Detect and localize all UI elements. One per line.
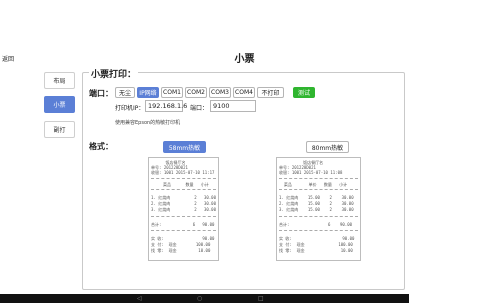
nav-recent-icon[interactable]: □ (258, 296, 264, 302)
receipt58-divider (151, 178, 216, 179)
port-number-label: 端口： (190, 105, 209, 112)
port-option-com3[interactable]: COM3 (209, 87, 231, 98)
port-option-ip[interactable]: IP网络 (137, 87, 159, 98)
receipt58-item: 2. 红烧肉 2 30.00 (151, 201, 216, 206)
receipt58-total: 合计: 6 90.00 (151, 222, 215, 227)
port-option-com1[interactable]: COM1 (161, 87, 183, 98)
page-title: 小票 (234, 54, 255, 65)
port-label: 端口： (89, 89, 113, 98)
receipt80-total: 合计: 6 90.00 (279, 222, 353, 227)
receipt80-divider (279, 216, 358, 217)
receipt80-divider (279, 189, 358, 190)
sidebar-item-receipt[interactable]: 小票 (44, 96, 75, 113)
receipt58-item: 3. 红烧肉 2 30.00 (151, 207, 216, 212)
test-button[interactable]: 测试 (293, 87, 315, 98)
receipt58-cashier: 收银: 1001 2015-07-10 11:17 (151, 170, 215, 175)
receipt80-received: 实 收: 90.00 (279, 236, 355, 241)
port-option-none[interactable]: 无尘 (115, 87, 135, 98)
receipt58-divider (151, 189, 216, 190)
receipt80-cashier: 收银: 1001 2015-07-10 11:08 (279, 170, 343, 175)
port-option-com2[interactable]: COM2 (185, 87, 207, 98)
sidebar-item-secondary-print[interactable]: 副打 (44, 121, 75, 138)
nav-back-icon[interactable]: ◁ (137, 296, 142, 302)
receipt58-change: 找 零: 现金 10.00 (151, 248, 211, 253)
format-80mm-button[interactable]: 80mm热敏 (306, 141, 349, 153)
receipt58-received: 实 收: 90.00 (151, 236, 215, 241)
receipt80-item: 2. 红烧肉 15.00 2 30.00 (279, 201, 354, 206)
sidebar-item-layout[interactable]: 布局 (44, 72, 75, 89)
printer-ip-input[interactable]: 192.168.1.6 (145, 100, 187, 112)
printer-ip-label: 打印机IP： (115, 105, 145, 112)
port-number-input[interactable]: 9100 (210, 100, 256, 112)
receipt80-item: 1. 红烧肉 15.00 2 30.00 (279, 195, 354, 200)
receipt58-paid: 支 付: 现金 100.00 (151, 242, 211, 247)
system-nav-bar (0, 294, 409, 303)
receipt80-divider (279, 178, 358, 179)
receipt58-divider (151, 216, 216, 217)
receipt58-col-header: 菜品 数量 小计 (151, 182, 209, 187)
receipt80-divider (279, 230, 358, 231)
receipt80-paid: 支 付: 现金 100.00 (279, 242, 353, 247)
printer-note: 使用兼容Epson的热敏打印机 (115, 120, 181, 126)
format-58mm-button[interactable]: 58mm热敏 (163, 141, 206, 153)
receipt58-item: 1. 红烧肉 2 30.00 (151, 195, 216, 200)
receipt80-change: 找 零: 现金 10.00 (279, 248, 353, 253)
format-label: 格式： (89, 142, 113, 151)
nav-home-icon[interactable]: ○ (197, 296, 202, 302)
port-option-no-print[interactable]: 不打印 (257, 87, 284, 98)
receipt-preview-58mm: 饭店餐厅名 单号: 201228D021 收银: 1001 2015-07-10… (148, 157, 219, 261)
receipt58-divider (151, 230, 216, 231)
panel-legend: 小票打印： (89, 67, 139, 80)
port-option-com4[interactable]: COM4 (233, 87, 255, 98)
receipt-preview-80mm: 饭店餐厅名 单号: 201228D021 收银: 1001 2015-07-10… (276, 157, 361, 261)
receipt80-col-header: 菜品 单价 数量 小计 (279, 182, 348, 187)
receipt80-item: 3. 红烧肉 15.00 2 30.00 (279, 207, 354, 212)
